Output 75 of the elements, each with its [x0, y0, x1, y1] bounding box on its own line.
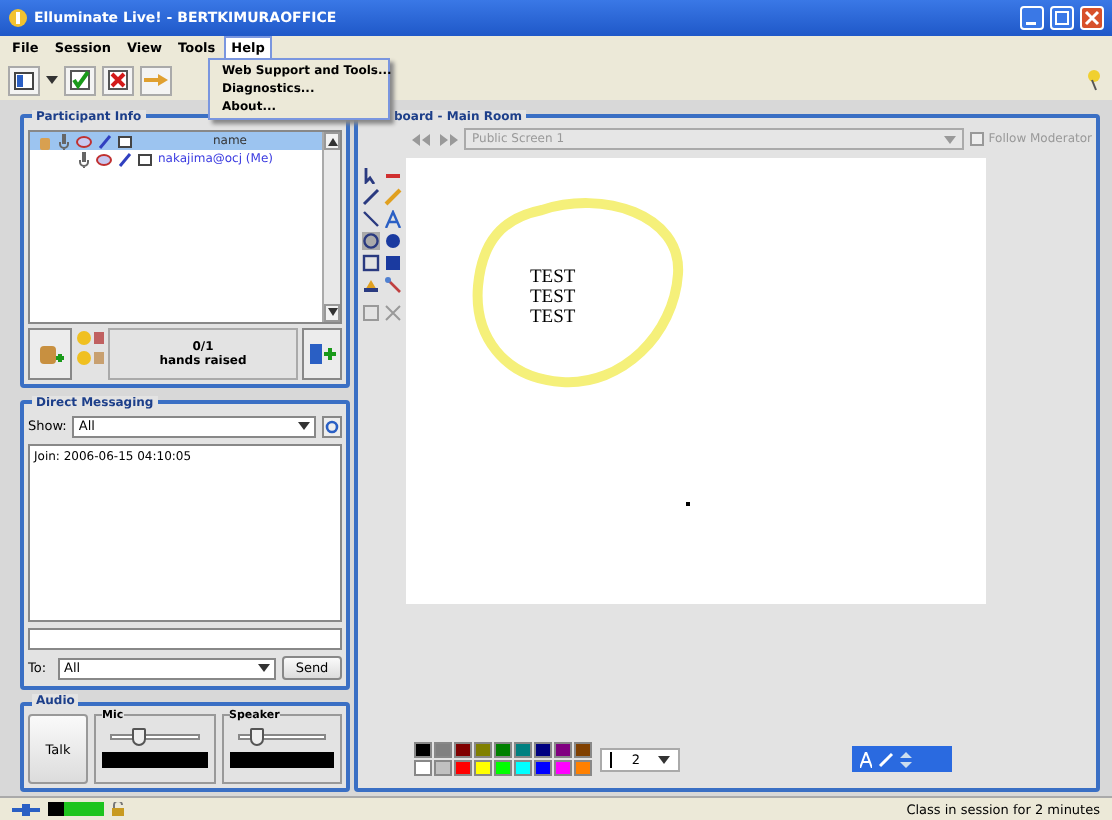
magic-wand-icon[interactable] [384, 276, 402, 294]
raise-hand-button[interactable] [28, 327, 72, 380]
color-swatch[interactable] [534, 760, 552, 776]
volume-slider[interactable] [237, 734, 326, 741]
caret-icon [657, 755, 670, 763]
maximize-icon [1054, 10, 1070, 26]
microphone-icon [78, 151, 90, 167]
previous-icon[interactable] [412, 133, 432, 145]
color-swatch[interactable] [494, 760, 512, 776]
app-logo-icon [8, 8, 28, 28]
color-swatch[interactable] [554, 760, 572, 776]
caret-icon[interactable] [46, 74, 58, 86]
caret-icon [944, 135, 957, 143]
canvas-text: TEST [530, 308, 576, 328]
color-swatch[interactable] [434, 742, 452, 758]
reject-button[interactable] [102, 65, 134, 95]
line-sample-icon [610, 751, 615, 767]
color-swatch[interactable] [534, 742, 552, 758]
spinner-icon [900, 749, 912, 769]
message-input[interactable] [28, 628, 342, 651]
color-swatch[interactable] [454, 742, 472, 758]
slider-thumb[interactable] [250, 728, 264, 747]
volume-slider[interactable] [110, 734, 199, 741]
rectangle-outline-icon[interactable] [362, 254, 380, 272]
color-swatch[interactable] [474, 742, 492, 758]
canvas-text: TEST [530, 268, 576, 288]
maximize-button[interactable] [1050, 6, 1074, 30]
door-exit-icon [308, 341, 336, 366]
minimize-button[interactable] [1020, 6, 1044, 30]
font-tool-widget[interactable] [852, 746, 952, 772]
scroll-down-icon [327, 308, 337, 317]
line-icon[interactable] [362, 210, 380, 228]
follow-checkbox[interactable] [970, 132, 985, 146]
text-icon [860, 751, 872, 767]
caret-icon [298, 422, 310, 431]
color-swatch[interactable] [514, 760, 532, 776]
activity-meter-icon [48, 802, 104, 816]
level-meter [229, 752, 334, 769]
caret-icon [258, 664, 270, 673]
padlock-icon [112, 802, 124, 816]
whiteboard-canvas[interactable]: TEST TEST TEST [406, 158, 986, 604]
canvas-text: TEST [530, 288, 576, 308]
color-swatch[interactable] [414, 742, 432, 758]
scroll-up-icon [327, 137, 337, 145]
layout-button[interactable] [8, 65, 40, 95]
slider-thumb[interactable] [131, 728, 146, 747]
scrollbar[interactable] [322, 132, 340, 322]
microphone-icon [58, 133, 70, 149]
color-swatch[interactable] [574, 742, 592, 758]
color-swatch[interactable] [574, 760, 592, 776]
level-meter [102, 752, 207, 769]
color-swatch[interactable] [514, 742, 532, 758]
layout-icon [14, 71, 34, 89]
approve-button[interactable] [64, 65, 96, 95]
connection-icon [12, 803, 40, 815]
color-swatch[interactable] [454, 760, 472, 776]
text-icon[interactable] [384, 210, 402, 228]
color-swatch[interactable] [474, 760, 492, 776]
refresh-icon[interactable] [322, 415, 342, 438]
pushpin-icon[interactable] [1084, 68, 1104, 92]
close-icon [1084, 10, 1100, 26]
brush-icon [878, 751, 894, 767]
pen-icon[interactable] [362, 188, 380, 206]
color-swatch[interactable] [554, 742, 572, 758]
filled-rectangle-icon[interactable] [384, 254, 402, 272]
color-swatch[interactable] [414, 760, 432, 776]
close-button[interactable] [1080, 6, 1104, 30]
next-icon[interactable] [438, 133, 458, 145]
exit-button[interactable] [302, 327, 342, 380]
cross-icon [108, 70, 128, 90]
color-swatch[interactable] [434, 760, 452, 776]
ellipse-outline-icon[interactable] [362, 232, 380, 250]
color-swatch[interactable] [494, 742, 512, 758]
filled-circle-icon[interactable] [384, 232, 402, 250]
checkmark-icon [70, 70, 90, 90]
